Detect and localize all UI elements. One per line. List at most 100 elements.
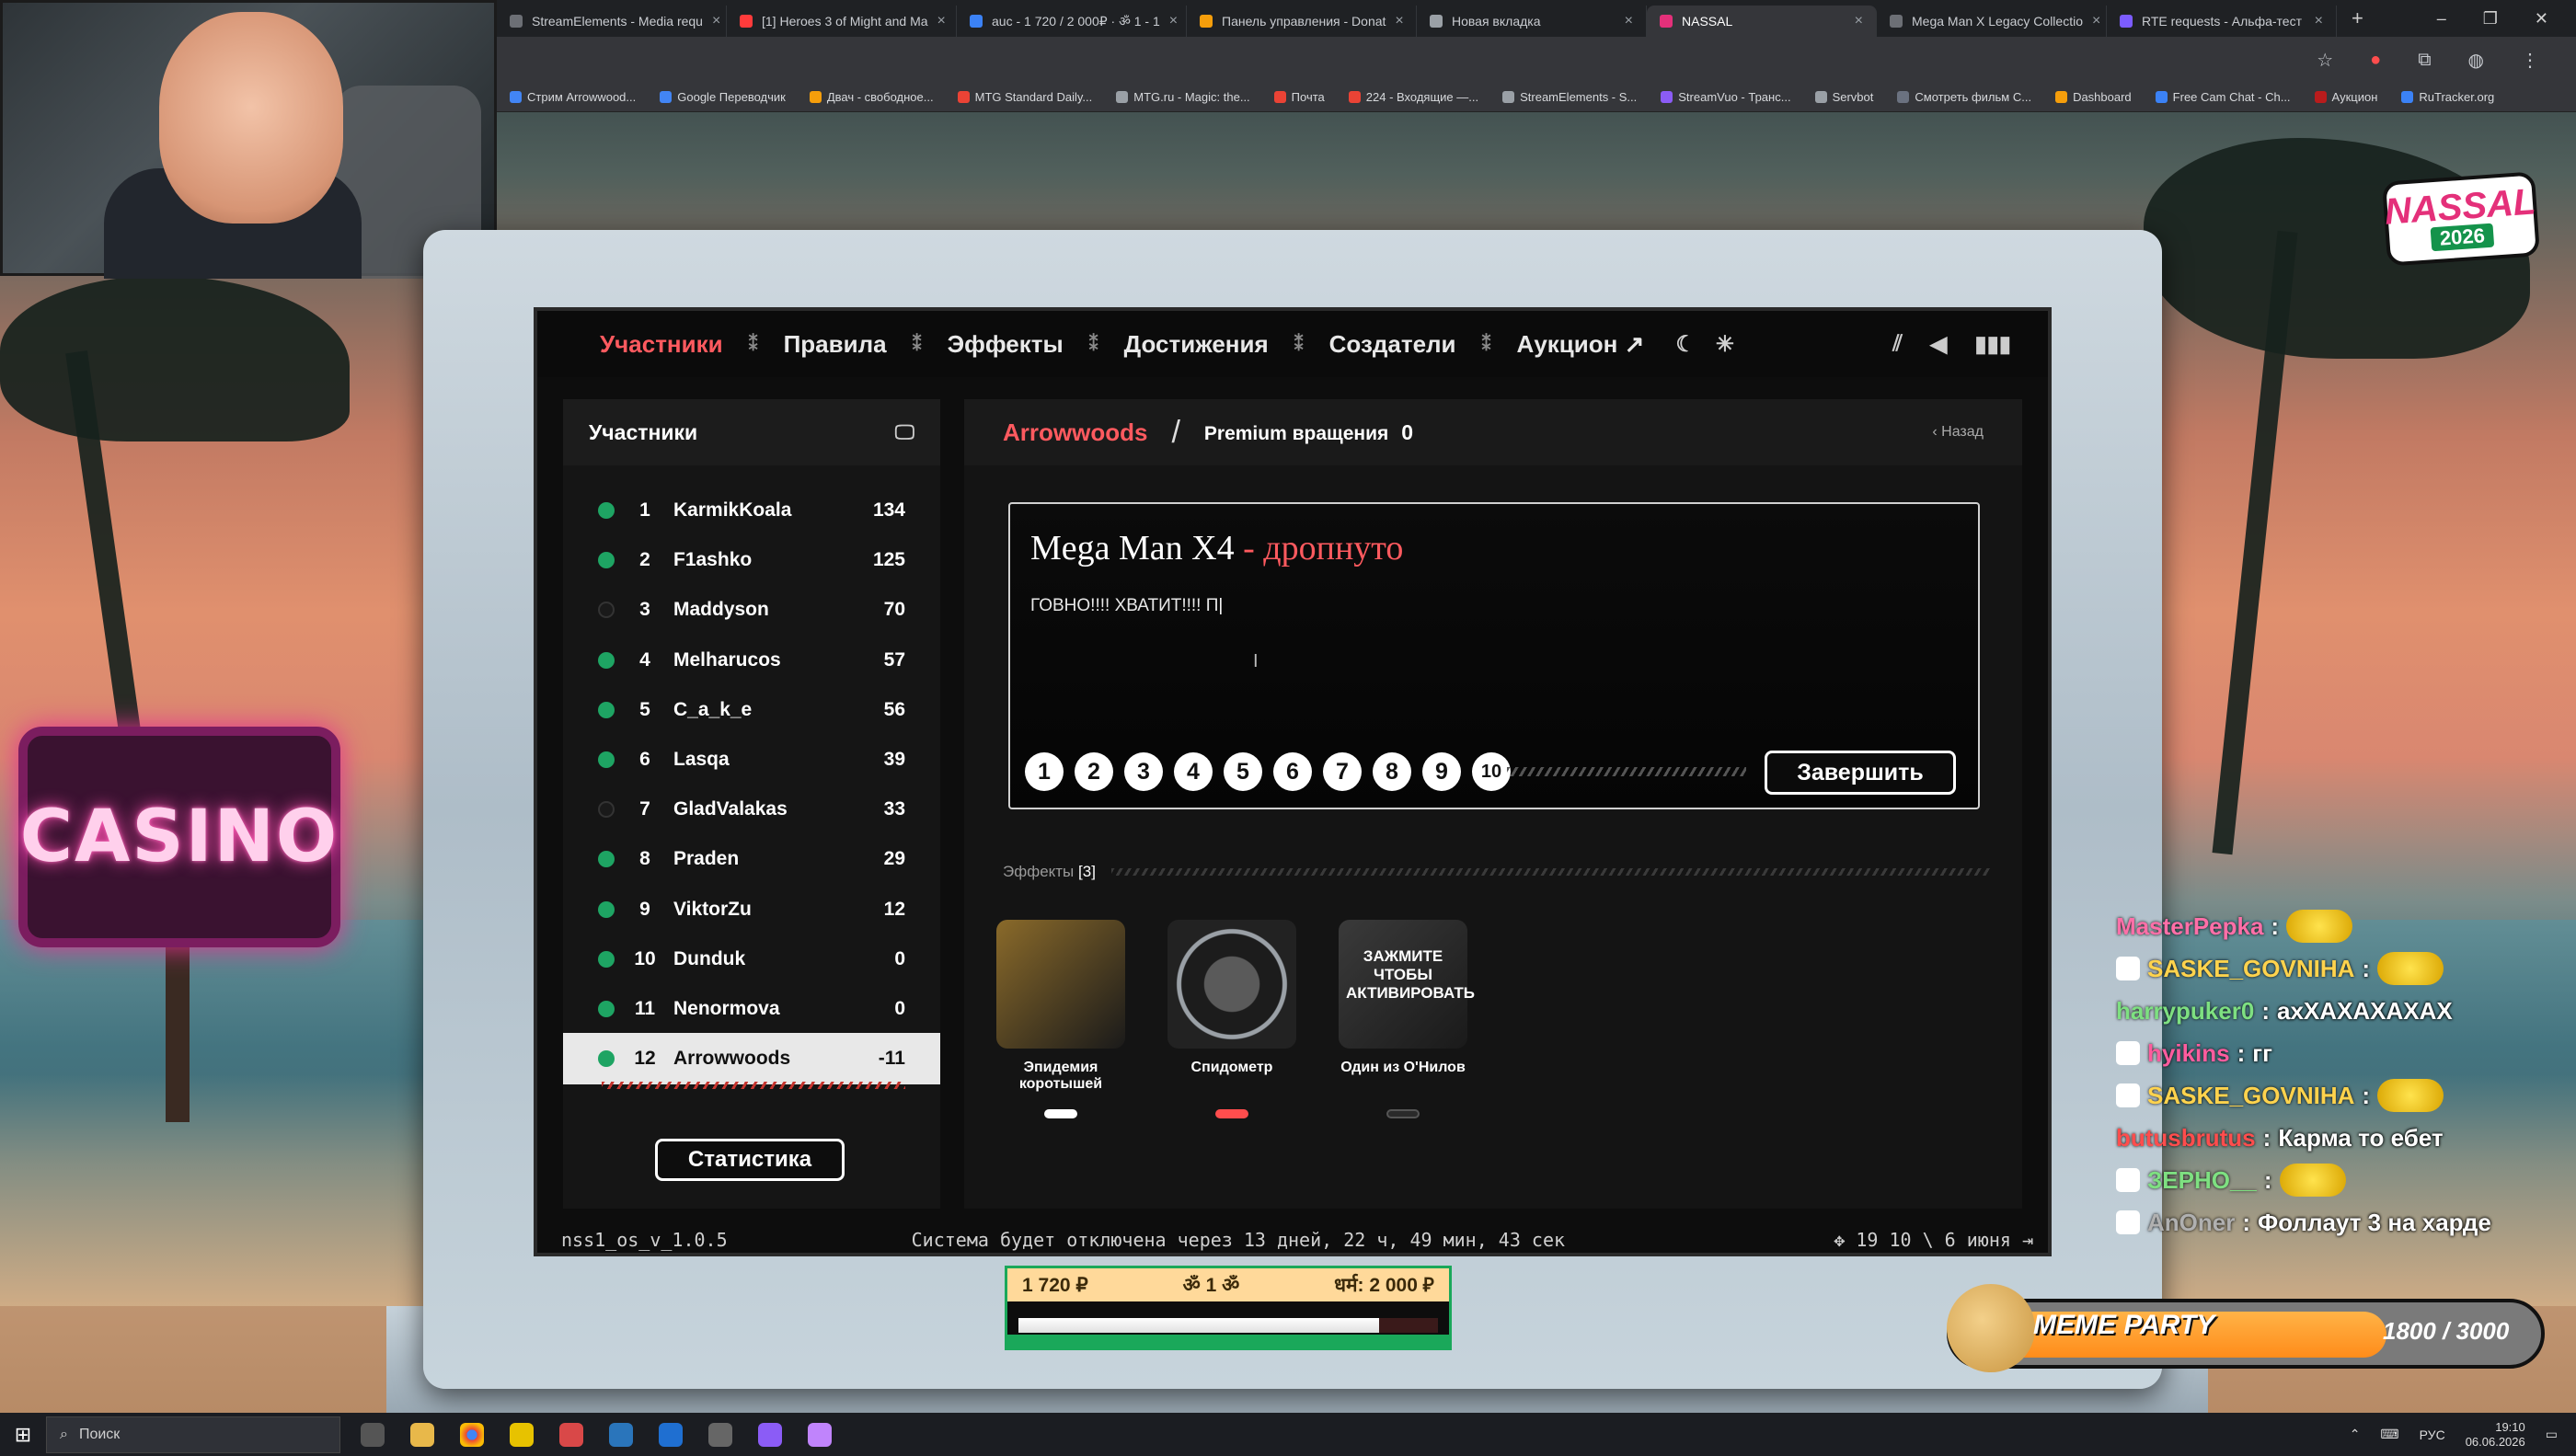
- effects-toggle-icon[interactable]: ⫽: [1892, 331, 1903, 358]
- back-link[interactable]: ‹ Назад: [1932, 424, 1984, 441]
- tray-chevron-icon[interactable]: ⌃: [2350, 1427, 2361, 1442]
- nav-item[interactable]: Создатели: [1329, 330, 1456, 359]
- bookmark-item[interactable]: Dashboard: [2055, 90, 2132, 104]
- obs-icon[interactable]: [708, 1422, 732, 1447]
- stats-button[interactable]: Статистика: [655, 1139, 845, 1181]
- rating-button[interactable]: 6: [1273, 752, 1312, 791]
- app-icon[interactable]: [758, 1422, 782, 1447]
- participant-row[interactable]: 1 KarmikKoala 134: [563, 487, 940, 533]
- participant-row[interactable]: 5 C_a_k_e 56: [563, 687, 940, 733]
- browser-tab[interactable]: auc - 1 720 / 2 000₽ · ॐ 1 - 1 ×: [957, 6, 1187, 37]
- participant-row[interactable]: 8 Praden 29: [563, 836, 940, 882]
- tab-close-icon[interactable]: ×: [2092, 13, 2100, 29]
- rating-button[interactable]: 5: [1224, 752, 1262, 791]
- monitor-icon[interactable]: 🖵: [895, 420, 914, 444]
- rating-button[interactable]: 1: [1025, 752, 1064, 791]
- rating-button[interactable]: 10: [1472, 752, 1511, 791]
- game-comment-input[interactable]: ГОВНО!!!! ХВАТИТ!!!! П|: [1030, 596, 1223, 616]
- effect-card[interactable]: Спидометр: [1154, 920, 1310, 1118]
- participant-row[interactable]: 2 F1ashko 125: [563, 537, 940, 583]
- bookmark-item[interactable]: StreamVuo - Транс...: [1661, 90, 1791, 104]
- bookmark-item[interactable]: Аукцион: [2314, 90, 2377, 104]
- taskbar-search[interactable]: ⌕ Поиск: [46, 1416, 340, 1453]
- bookmark-item[interactable]: Google Переводчик: [660, 90, 786, 104]
- app-icon[interactable]: [808, 1422, 832, 1447]
- taskbar-clock[interactable]: 19:10 06.06.2026: [2466, 1420, 2525, 1450]
- participant-row[interactable]: 3 Maddyson 70: [563, 587, 940, 633]
- file-explorer-icon[interactable]: [410, 1422, 434, 1447]
- bookmark-item[interactable]: 224 - Входящие —...: [1348, 90, 1478, 104]
- bookmark-item[interactable]: Servbot: [1814, 90, 1873, 104]
- finish-button[interactable]: Завершить: [1765, 751, 1956, 795]
- browser-tab[interactable]: Панель управления - Donat ×: [1187, 6, 1417, 37]
- participant-row[interactable]: 4 Melharucos 57: [563, 637, 940, 683]
- vscode-icon[interactable]: [659, 1422, 683, 1447]
- bookmark-item[interactable]: StreamElements - S...: [1502, 90, 1637, 104]
- nav-item[interactable]: Участники: [600, 330, 723, 359]
- browser-tab[interactable]: Mega Man X Legacy Collectio ×: [1877, 6, 2107, 37]
- browser-tab[interactable]: NASSAL ×: [1647, 6, 1877, 37]
- steam-icon[interactable]: [609, 1422, 633, 1447]
- participant-row[interactable]: 11 Nenormova 0: [563, 986, 940, 1032]
- input-language[interactable]: РУС: [2420, 1427, 2445, 1442]
- windows-start-icon[interactable]: ⊞: [0, 1423, 46, 1447]
- participant-row[interactable]: 9 ViktorZu 12: [563, 887, 940, 933]
- participant-row[interactable]: 7 GladValakas 33: [563, 786, 940, 832]
- extensions-puzzle-icon[interactable]: ⧉: [2418, 50, 2431, 71]
- bookmark-item[interactable]: Стрим Arrowwood...: [510, 90, 636, 104]
- rating-button[interactable]: 9: [1422, 752, 1461, 791]
- bookmark-item[interactable]: RuTracker.org: [2401, 90, 2494, 104]
- bookmark-item[interactable]: MTG.ru - Magic: the...: [1116, 90, 1250, 104]
- rating-button[interactable]: 2: [1075, 752, 1113, 791]
- nav-item[interactable]: Аукцион ↗: [1517, 330, 1645, 359]
- rating-button[interactable]: 7: [1323, 752, 1362, 791]
- profile-icon[interactable]: ◍: [2468, 49, 2484, 72]
- bookmark-item[interactable]: MTG Standard Daily...: [957, 90, 1092, 104]
- browser-tab[interactable]: Новая вкладка ×: [1417, 6, 1647, 37]
- bookmark-item[interactable]: Двач - свободное...: [809, 90, 934, 104]
- nav-item[interactable]: Достижения: [1124, 330, 1269, 359]
- minimize-icon[interactable]: –: [2437, 9, 2446, 29]
- rating-button[interactable]: 8: [1373, 752, 1411, 791]
- close-window-icon[interactable]: ✕: [2535, 9, 2548, 29]
- bookmark-item[interactable]: Смотреть фильм С...: [1897, 90, 2031, 104]
- restore-icon[interactable]: ❐: [2483, 9, 2498, 29]
- participant-row[interactable]: 12 Arrowwoods -11: [563, 1033, 940, 1085]
- tab-close-icon[interactable]: ×: [1625, 13, 1633, 29]
- effect-card[interactable]: Эпидемия коротышей: [983, 920, 1139, 1118]
- tab-close-icon[interactable]: ×: [2315, 13, 2323, 29]
- volume-level-icon[interactable]: ▮▮▮: [1974, 331, 2011, 358]
- browser-tab[interactable]: [1] Heroes 3 of Might and Ma ×: [727, 6, 957, 37]
- settings-sun-icon[interactable]: ✳: [1716, 331, 1734, 358]
- new-tab-button[interactable]: +: [2337, 6, 2378, 30]
- rating-button[interactable]: 3: [1124, 752, 1163, 791]
- app-icon[interactable]: [559, 1422, 583, 1447]
- participant-row[interactable]: 10 Dunduk 0: [563, 936, 940, 982]
- nav-item[interactable]: Правила: [784, 330, 887, 359]
- bookmark-star-icon[interactable]: ☆: [2317, 49, 2333, 72]
- effect-card[interactable]: ЗАЖМИТЕ ЧТОБЫ АКТИВИРОВАТЬ Один из О'Нило…: [1325, 920, 1481, 1118]
- notification-icon[interactable]: ▭: [2546, 1427, 2558, 1442]
- tab-close-icon[interactable]: ×: [712, 13, 720, 29]
- bookmark-item[interactable]: Почта: [1273, 90, 1325, 104]
- theme-moon-icon[interactable]: ☾: [1675, 331, 1696, 358]
- rating-button[interactable]: 4: [1174, 752, 1213, 791]
- browser-tab[interactable]: StreamElements - Media requ ×: [497, 6, 727, 37]
- menu-icon[interactable]: ⋮: [2521, 49, 2539, 72]
- tab-close-icon[interactable]: ×: [1855, 13, 1863, 29]
- keyboard-icon[interactable]: ⌨: [2380, 1427, 2398, 1442]
- participant-score: 134: [872, 499, 905, 521]
- tab-close-icon[interactable]: ×: [1395, 13, 1403, 29]
- exit-icon[interactable]: ⇥: [2011, 1229, 2033, 1251]
- participant-row[interactable]: 6 Lasqa 39: [563, 737, 940, 783]
- bookmark-item[interactable]: Free Cam Chat - Ch...: [2155, 90, 2291, 104]
- app-icon[interactable]: [510, 1422, 534, 1447]
- tab-close-icon[interactable]: ×: [937, 13, 946, 29]
- volume-icon[interactable]: ◀: [1930, 331, 1947, 358]
- task-view-icon[interactable]: [361, 1422, 385, 1447]
- chrome-icon[interactable]: [460, 1422, 484, 1447]
- browser-tab[interactable]: RTE requests - Альфа-тест ×: [2107, 6, 2337, 37]
- nav-item[interactable]: Эффекты: [948, 330, 1064, 359]
- extension-icon[interactable]: ●: [2370, 50, 2381, 71]
- tab-close-icon[interactable]: ×: [1169, 13, 1178, 29]
